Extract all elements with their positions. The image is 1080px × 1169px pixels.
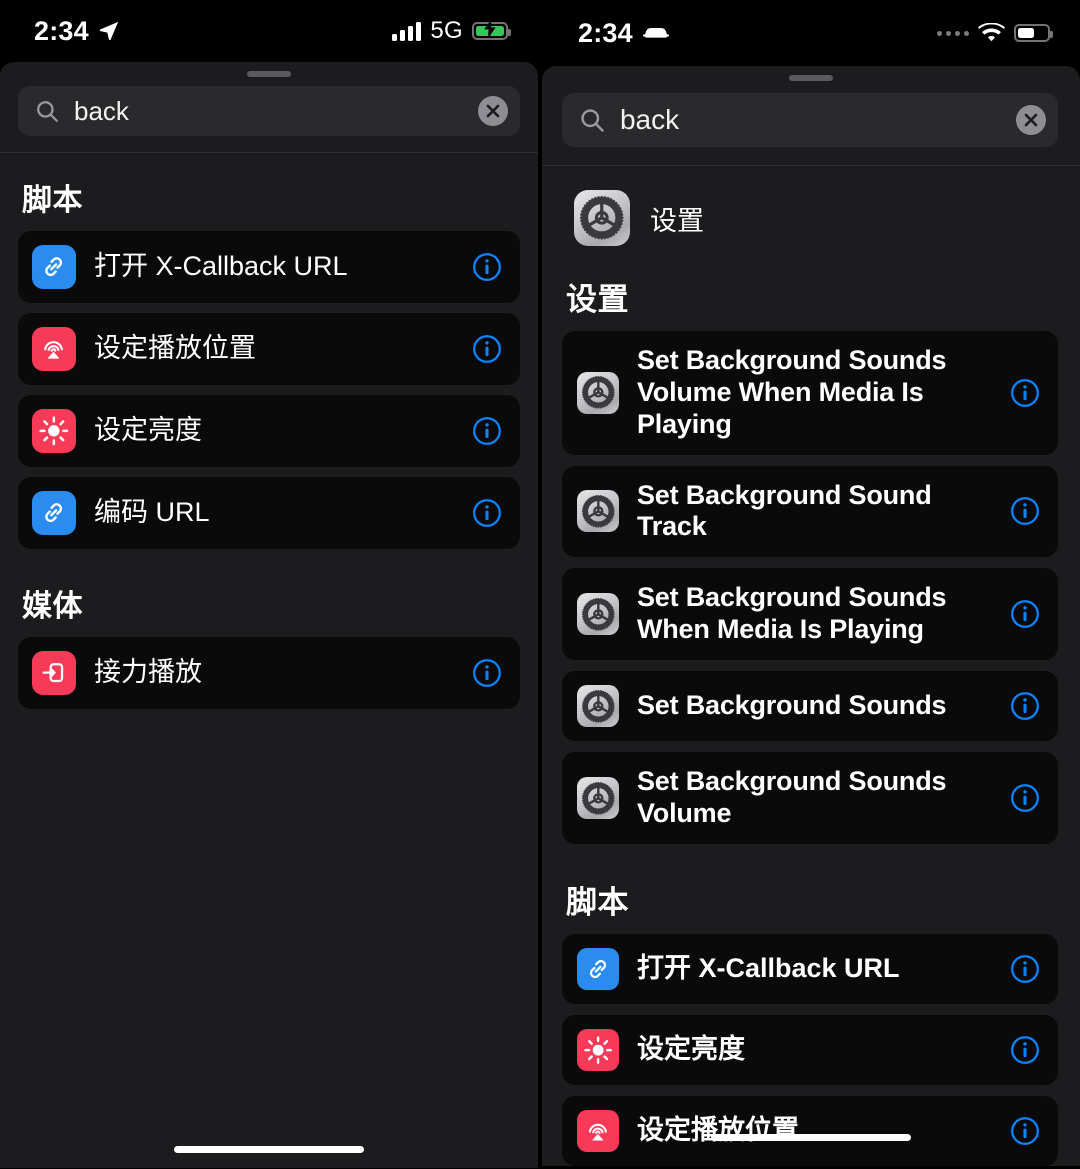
link-icon bbox=[32, 491, 76, 535]
list-item[interactable]: 编码 URL bbox=[18, 477, 520, 549]
left-search-sheet: back bbox=[0, 62, 538, 153]
list-item-label: 设定播放位置 bbox=[636, 1114, 799, 1145]
list-item[interactable]: Set Background Sounds Volume When Media … bbox=[561, 331, 1058, 455]
list-item-label: 设定播放位置 bbox=[94, 333, 256, 364]
left-results-list[interactable]: 脚本 打开 X-Callback URL 设定播放位置 设定亮度 编码 URL … bbox=[0, 153, 538, 1168]
list-item-label: Set Background Sounds Volume bbox=[636, 766, 947, 828]
app-result-header[interactable]: 设置 bbox=[542, 166, 1080, 252]
list-item-label: 设定亮度 bbox=[94, 415, 202, 446]
search-icon bbox=[34, 98, 60, 124]
settings-gear-icon bbox=[576, 593, 619, 636]
cellular-dots-icon bbox=[936, 30, 969, 36]
info-button[interactable] bbox=[1008, 689, 1042, 723]
list-item-label: 编码 URL bbox=[94, 497, 210, 528]
list-item-label: Set Background Sounds bbox=[636, 690, 947, 721]
status-bar-left-group: 2:34 bbox=[578, 18, 670, 49]
wifi-icon bbox=[977, 23, 1005, 43]
right-status-bar: 2:34 bbox=[541, 0, 1080, 66]
sheet-grabber[interactable] bbox=[788, 75, 833, 81]
right-search-sheet: back bbox=[541, 66, 1080, 166]
battery-icon bbox=[1013, 24, 1053, 42]
list-item[interactable]: Set Background Sounds When Media Is Play… bbox=[561, 568, 1058, 661]
link-icon bbox=[32, 245, 76, 289]
info-button[interactable] bbox=[1008, 494, 1042, 528]
list-item-label: 打开 X-Callback URL bbox=[636, 952, 900, 983]
list-item[interactable]: 设定亮度 bbox=[18, 395, 520, 467]
list-item[interactable]: Set Background Sound Track bbox=[561, 465, 1058, 558]
status-bar-right-group bbox=[936, 23, 1053, 43]
list-item[interactable]: 接力播放 bbox=[18, 637, 520, 709]
list-item[interactable]: 设定亮度 bbox=[561, 1014, 1058, 1085]
location-arrow-icon bbox=[98, 20, 120, 42]
airplay-icon bbox=[576, 1109, 619, 1152]
section-header: 脚本 bbox=[565, 884, 629, 920]
airplay-icon bbox=[32, 327, 76, 371]
section-header: 脚本 bbox=[22, 184, 83, 217]
info-button[interactable] bbox=[1008, 597, 1042, 631]
search-input-value[interactable]: back bbox=[74, 96, 464, 127]
brightness-icon bbox=[576, 1028, 619, 1071]
right-results-list[interactable]: 设置 设置 Set Background Sounds Volume When M… bbox=[541, 166, 1080, 1166]
status-bar-left-group: 2:34 bbox=[34, 16, 120, 47]
app-result-label: 设置 bbox=[649, 205, 704, 236]
home-indicator[interactable] bbox=[174, 1146, 364, 1153]
search-divider bbox=[0, 152, 538, 153]
section-header: 设置 bbox=[565, 282, 629, 317]
info-button[interactable] bbox=[1008, 781, 1042, 815]
list-item-label: Set Background Sounds Volume When Media … bbox=[636, 345, 947, 439]
handoff-icon bbox=[32, 651, 76, 695]
search-input[interactable]: back bbox=[561, 93, 1058, 147]
info-button[interactable] bbox=[470, 250, 504, 284]
list-item[interactable]: 打开 X-Callback URL bbox=[18, 231, 520, 303]
list-item[interactable]: Set Background Sounds bbox=[561, 671, 1058, 742]
info-button[interactable] bbox=[1008, 952, 1042, 986]
right-phone-panel: 2:34 back 设置 设置 Set Background Sounds Vo… bbox=[541, 0, 1080, 1169]
info-button[interactable] bbox=[1008, 376, 1042, 410]
search-input-value[interactable]: back bbox=[620, 104, 1002, 136]
battery-charging-icon bbox=[472, 18, 511, 40]
status-bar-time: 2:34 bbox=[34, 15, 89, 46]
list-item[interactable]: 设定播放位置 bbox=[561, 1095, 1058, 1166]
list-item-label: Set Background Sound Track bbox=[636, 479, 932, 542]
settings-gear-icon bbox=[576, 776, 619, 819]
left-status-bar: 2:34 5G bbox=[0, 0, 538, 62]
list-item[interactable]: Set Background Sounds Volume bbox=[561, 752, 1058, 844]
settings-gear-icon bbox=[576, 371, 619, 414]
info-button[interactable] bbox=[1008, 1114, 1042, 1148]
info-button[interactable] bbox=[1008, 1033, 1042, 1067]
list-item[interactable]: 打开 X-Callback URL bbox=[561, 933, 1058, 1004]
dual-phone-screenshot: 2:34 5G back 脚本 打开 X-Callback URL 设定播放位置… bbox=[0, 0, 1080, 1169]
info-button[interactable] bbox=[470, 656, 504, 690]
link-icon bbox=[576, 947, 619, 990]
list-item[interactable]: 设定播放位置 bbox=[18, 313, 520, 385]
list-item-label: 接力播放 bbox=[94, 657, 202, 688]
list-item-label: 设定亮度 bbox=[636, 1033, 745, 1064]
car-icon bbox=[642, 24, 670, 42]
info-button[interactable] bbox=[470, 414, 504, 448]
clear-search-icon[interactable] bbox=[478, 96, 508, 126]
left-phone-panel: 2:34 5G back 脚本 打开 X-Callback URL 设定播放位置… bbox=[0, 0, 538, 1169]
list-item-label: Set Background Sounds When Media Is Play… bbox=[636, 582, 947, 645]
network-type-label: 5G bbox=[430, 17, 463, 44]
home-indicator[interactable] bbox=[710, 1134, 911, 1141]
status-bar-right-group: 5G bbox=[392, 17, 511, 45]
info-button[interactable] bbox=[470, 496, 504, 530]
search-input[interactable]: back bbox=[18, 86, 520, 136]
status-bar-time: 2:34 bbox=[577, 17, 633, 48]
clear-search-icon[interactable] bbox=[1015, 105, 1046, 135]
search-icon bbox=[578, 106, 606, 134]
brightness-icon bbox=[32, 409, 76, 453]
settings-gear-icon bbox=[576, 490, 619, 533]
settings-gear-icon bbox=[573, 190, 630, 246]
info-button[interactable] bbox=[470, 332, 504, 366]
cellular-bars-icon bbox=[392, 21, 422, 41]
settings-gear-icon bbox=[576, 685, 619, 728]
sheet-grabber[interactable] bbox=[247, 71, 291, 77]
list-item-label: 打开 X-Callback URL bbox=[94, 251, 348, 282]
search-divider bbox=[541, 165, 1080, 166]
section-header: 媒体 bbox=[22, 590, 83, 623]
